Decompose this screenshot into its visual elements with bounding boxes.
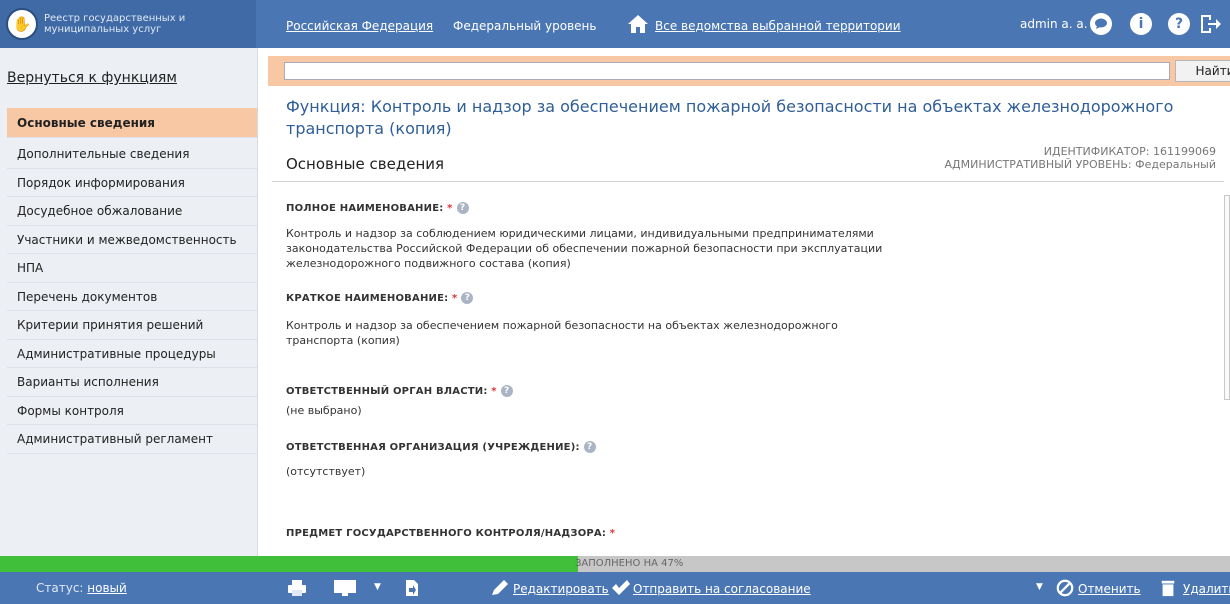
print-icon[interactable]: [287, 579, 307, 597]
logo-text: Реестр государственных и муниципальных у…: [44, 13, 186, 35]
sidebar-item-main-info[interactable]: Основные сведения: [7, 108, 257, 138]
help-icon[interactable]: ?: [500, 385, 513, 397]
fill-progress-bar: ЗАПОЛНЕНО НА 47%: [0, 556, 1230, 572]
edit-button[interactable]: Редактировать: [513, 582, 609, 596]
content-panel: ПОЛНОЕ НАИМЕНОВАНИЕ: *? Контроль и надзо…: [272, 181, 1224, 556]
function-meta: ИДЕНТИФИКАТОР: 161199069 АДМИНИСТРАТИВНЫ…: [945, 145, 1216, 171]
sidebar-item-npa[interactable]: НПА: [7, 254, 257, 283]
sidebar-item-pretrial-appeal[interactable]: Досудебное обжалование: [7, 197, 257, 226]
required-mark: *: [609, 528, 616, 539]
sidebar-item-additional-info[interactable]: Дополнительные сведения: [7, 140, 257, 169]
home-icon[interactable]: [627, 14, 649, 34]
sidebar-item-admin-procedures[interactable]: Административные процедуры: [7, 340, 257, 368]
organization-value: (отсутствует): [286, 465, 366, 478]
pencil-icon[interactable]: [490, 579, 510, 597]
back-to-functions-link[interactable]: Вернуться к функциям: [7, 70, 177, 86]
section-title: Основные сведения: [286, 155, 445, 173]
identifier-text: ИДЕНТИФИКАТОР: 161199069: [1043, 145, 1216, 158]
sidebar-item-admin-regulation[interactable]: Административный регламент: [7, 425, 257, 454]
logo-emblem-icon: ✋: [6, 8, 38, 40]
monitor-icon[interactable]: [333, 579, 357, 597]
sidebar-item-participants[interactable]: Участники и межведомственность: [7, 226, 257, 254]
chevron-down-icon[interactable]: ▼: [1036, 582, 1043, 592]
export-document-icon[interactable]: [402, 579, 422, 597]
help-icon[interactable]: ?: [583, 441, 596, 453]
required-mark: *: [491, 386, 497, 397]
bottom-toolbar: Статус: новый ▼ Редактировать Отправить …: [0, 572, 1230, 604]
progress-label: ЗАПОЛНЕНО НА 47%: [575, 558, 684, 569]
status-text: Статус: новый: [36, 581, 127, 595]
nav-agencies-link[interactable]: Все ведомства выбранной территории: [655, 19, 901, 33]
content-scrollbar[interactable]: [1224, 195, 1230, 400]
authority-value: (не выбрано): [286, 404, 362, 417]
progress-fill: [0, 556, 579, 572]
chevron-down-icon[interactable]: ▼: [374, 582, 381, 592]
required-mark: *: [452, 293, 458, 304]
short-name-label: КРАТКОЕ НАИМЕНОВАНИЕ: *?: [286, 292, 474, 304]
authority-label: ОТВЕТСТВЕННЫЙ ОРГАН ВЛАСТИ: *?: [286, 385, 513, 397]
chat-icon[interactable]: [1090, 13, 1112, 35]
sidebar-menu: Основные сведения Дополнительные сведени…: [7, 108, 257, 454]
trash-icon[interactable]: [1158, 579, 1178, 597]
help-icon[interactable]: ?: [456, 202, 469, 214]
full-name-label: ПОЛНОЕ НАИМЕНОВАНИЕ: *?: [286, 202, 469, 214]
full-name-value: Контроль и надзор за соблюдением юридиче…: [286, 227, 883, 270]
search-input[interactable]: [284, 62, 1170, 80]
function-title: Функция: Контроль и надзор за обеспечени…: [286, 97, 1174, 138]
search-bar: Найти: [268, 56, 1230, 86]
logo[interactable]: ✋ Реестр государственных и муниципальных…: [0, 0, 256, 48]
info-icon[interactable]: i: [1130, 13, 1152, 35]
logout-icon[interactable]: [1198, 12, 1222, 36]
organization-label: ОТВЕТСТВЕННАЯ ОРГАНИЗАЦИЯ (УЧРЕЖДЕНИЕ):?: [286, 441, 596, 453]
subject-label: ПРЕДМЕТ ГОСУДАРСТВЕННОГО КОНТРОЛЯ/НАДЗОР…: [286, 528, 616, 539]
admin-level-text: АДМИНИСТРАТИВНЫЙ УРОВЕНЬ: Федеральный: [944, 158, 1216, 171]
status-label: Статус:: [36, 581, 84, 595]
checkmark-icon[interactable]: [611, 579, 631, 597]
sidebar: Вернуться к функциям Основные сведения Д…: [0, 48, 258, 556]
status-value-link[interactable]: новый: [87, 581, 127, 595]
sidebar-item-documents[interactable]: Перечень документов: [7, 283, 257, 311]
top-header: ✋ Реестр государственных и муниципальных…: [0, 0, 1230, 48]
help-icon[interactable]: ?: [461, 292, 474, 304]
sidebar-item-decision-criteria[interactable]: Критерии принятия решений: [7, 311, 257, 340]
search-button[interactable]: Найти: [1175, 60, 1230, 82]
required-mark: *: [447, 203, 453, 214]
cancel-button[interactable]: Отменить: [1078, 582, 1141, 596]
user-name[interactable]: admin a. a.: [1020, 17, 1088, 31]
nav-level-link[interactable]: Федеральный уровень: [453, 19, 596, 33]
sidebar-item-informing[interactable]: Порядок информирования: [7, 169, 257, 197]
cancel-icon[interactable]: [1055, 579, 1075, 597]
short-name-value: Контроль и надзор за обеспечением пожарн…: [286, 319, 838, 347]
nav-federation-link[interactable]: Российская Федерация: [286, 19, 433, 33]
sidebar-item-execution-options[interactable]: Варианты исполнения: [7, 368, 257, 397]
delete-button[interactable]: Удалить: [1183, 582, 1230, 596]
help-icon[interactable]: ?: [1168, 13, 1190, 35]
send-for-approval-button[interactable]: Отправить на согласование: [633, 582, 811, 596]
sidebar-item-control-forms[interactable]: Формы контроля: [7, 397, 257, 425]
